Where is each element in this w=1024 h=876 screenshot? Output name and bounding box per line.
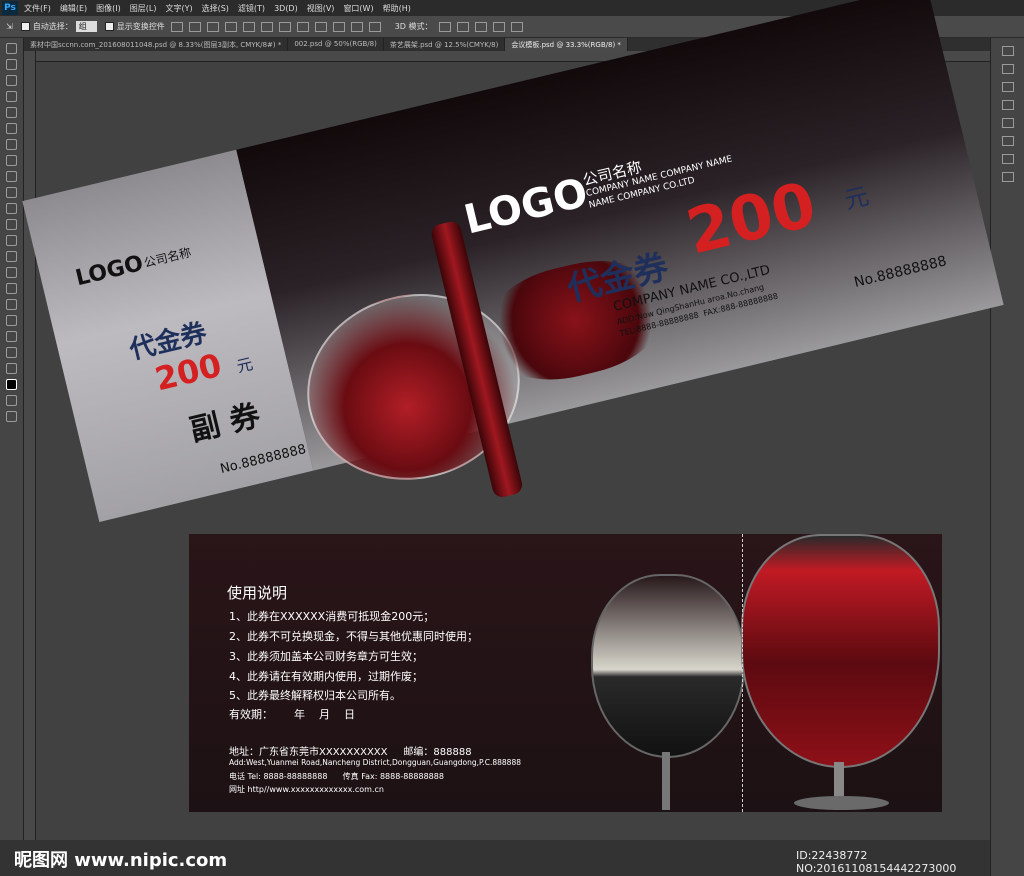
distribute-left-icon[interactable] bbox=[332, 21, 345, 32]
3d-pan-icon[interactable] bbox=[474, 21, 487, 32]
actions-panel-icon[interactable] bbox=[1002, 64, 1014, 74]
rule-4: 4、此券请在有效期内使用，过期作废； bbox=[229, 670, 423, 683]
paint-bucket-tool-icon[interactable] bbox=[6, 219, 17, 230]
dodge-tool-icon[interactable] bbox=[6, 251, 17, 262]
stub-logo: LOGO bbox=[73, 251, 146, 292]
hand-tool-icon[interactable] bbox=[6, 331, 17, 342]
3d-roll-icon[interactable] bbox=[456, 21, 469, 32]
quick-select-tool-icon[interactable] bbox=[6, 91, 17, 102]
rule-5: 5、此券最终解释权归本公司所有。 bbox=[229, 689, 401, 702]
foreground-color-swatch[interactable] bbox=[6, 379, 17, 390]
type-tool-icon[interactable] bbox=[6, 283, 17, 294]
stub-number: No.88888888 bbox=[218, 441, 308, 478]
white-wine-glass-stem bbox=[662, 752, 670, 810]
stub-unit: 元 bbox=[234, 354, 255, 377]
red-wine-glass-image bbox=[741, 534, 940, 768]
align-left-icon[interactable] bbox=[224, 21, 237, 32]
watermark-right: ID:22438772 NO:20161108154442273000 bbox=[796, 849, 957, 875]
align-right-icon[interactable] bbox=[260, 21, 273, 32]
align-center-icon[interactable] bbox=[242, 21, 255, 32]
eyedropper-tool-icon[interactable] bbox=[6, 123, 17, 134]
history-brush-tool-icon[interactable] bbox=[6, 187, 17, 198]
healing-brush-tool-icon[interactable] bbox=[6, 139, 17, 150]
3d-slide-icon[interactable] bbox=[492, 21, 505, 32]
clone-stamp-tool-icon[interactable] bbox=[6, 171, 17, 182]
rule-1: 1、此券在XXXXXX消费可抵现金200元； bbox=[229, 610, 435, 623]
eraser-tool-icon[interactable] bbox=[6, 203, 17, 214]
distribute-bottom-icon[interactable] bbox=[314, 21, 327, 32]
toolbox bbox=[0, 38, 24, 876]
tab-doc-4[interactable]: 会议模板.psd @ 33.3%(RGB/8) * bbox=[505, 38, 628, 51]
right-panel-dock bbox=[990, 38, 1024, 876]
rule-3: 3、此券须加盖本公司财务章方可生效； bbox=[229, 650, 423, 663]
menu-type[interactable]: 文字(Y) bbox=[165, 3, 192, 14]
menu-window[interactable]: 窗口(W) bbox=[343, 3, 373, 14]
tab-doc-3[interactable]: 茶艺展架.psd @ 12.5%(CMYK/8) bbox=[384, 38, 506, 51]
menu-edit[interactable]: 编辑(E) bbox=[60, 3, 87, 14]
more-tools-icon[interactable] bbox=[6, 363, 17, 374]
menu-select[interactable]: 选择(S) bbox=[202, 3, 229, 14]
marquee-tool-icon[interactable] bbox=[6, 59, 17, 70]
show-transform-checkbox[interactable] bbox=[104, 22, 114, 31]
align-bottom-icon[interactable] bbox=[206, 21, 219, 32]
3d-scale-icon[interactable] bbox=[510, 21, 523, 32]
menu-3d[interactable]: 3D(D) bbox=[274, 4, 298, 13]
distribute-middle-icon[interactable] bbox=[296, 21, 309, 32]
auto-select-label: 自动选择： bbox=[32, 22, 73, 31]
menu-help[interactable]: 帮助(H) bbox=[383, 3, 411, 14]
3d-panel-icon[interactable] bbox=[1002, 172, 1014, 182]
layers-panel-icon[interactable] bbox=[1002, 82, 1014, 92]
phone-fax: 电话 Tel: 8888-88888888 传真 Fax: 8888-88888… bbox=[229, 772, 444, 781]
mode-3d-label: 3D 模式： bbox=[394, 22, 433, 31]
menu-layer[interactable]: 图层(L) bbox=[130, 3, 157, 14]
menu-file[interactable]: 文件(F) bbox=[24, 3, 51, 14]
menu-image[interactable]: 图像(I) bbox=[96, 3, 121, 14]
zoom-tool-icon[interactable] bbox=[6, 347, 17, 358]
validity: 有效期： 年 月 日 bbox=[229, 708, 355, 721]
blur-tool-icon[interactable] bbox=[6, 235, 17, 246]
auto-select-checkbox[interactable] bbox=[20, 22, 30, 31]
distribute-top-icon[interactable] bbox=[278, 21, 291, 32]
shape-tool-icon[interactable] bbox=[6, 315, 17, 326]
channels-panel-icon[interactable] bbox=[1002, 100, 1014, 110]
usage-heading: 使用说明 bbox=[227, 584, 288, 602]
crop-tool-icon[interactable] bbox=[6, 107, 17, 118]
quick-mask-icon[interactable] bbox=[6, 395, 17, 406]
path-select-tool-icon[interactable] bbox=[6, 299, 17, 310]
voucher-back: 使用说明 1、此券在XXXXXX消费可抵现金200元； 2、此券不可兑换现金，不… bbox=[189, 534, 942, 812]
brush-tool-icon[interactable] bbox=[6, 155, 17, 166]
website: 网址 http//www.xxxxxxxxxxxxx.com.cn bbox=[229, 785, 384, 794]
menu-filter[interactable]: 滤镜(T) bbox=[238, 3, 265, 14]
align-top-icon[interactable] bbox=[170, 21, 183, 32]
menu-view[interactable]: 视图(V) bbox=[307, 3, 335, 14]
vertical-ruler bbox=[24, 51, 36, 840]
auto-select-dropdown[interactable]: 组 bbox=[75, 21, 97, 32]
red-wine-glass-foot bbox=[794, 796, 889, 810]
distribute-right-icon[interactable] bbox=[368, 21, 381, 32]
paragraph-panel-icon[interactable] bbox=[1002, 154, 1014, 164]
watermark-left: 昵图网 www.nipic.com bbox=[14, 850, 228, 871]
white-wine-glass-image bbox=[591, 574, 745, 758]
screen-mode-icon[interactable] bbox=[6, 411, 17, 422]
address-en: Add:West,Yuanmei Road,Nancheng District,… bbox=[229, 758, 521, 767]
character-panel-icon[interactable] bbox=[1002, 136, 1014, 146]
move-tool-icon[interactable]: ⇲ bbox=[6, 22, 13, 31]
stub-company: 公司名称 bbox=[142, 245, 193, 271]
show-transform-label: 显示变换控件 bbox=[116, 22, 165, 31]
3d-rotate-icon[interactable] bbox=[438, 21, 451, 32]
perforation-line bbox=[742, 534, 743, 812]
align-middle-icon[interactable] bbox=[188, 21, 201, 32]
history-panel-icon[interactable] bbox=[1002, 46, 1014, 56]
rule-2: 2、此券不可兑换现金，不得与其他优惠同时使用； bbox=[229, 630, 478, 643]
stub-label: 副 券 bbox=[186, 398, 264, 449]
photoshop-logo-icon: Ps bbox=[2, 1, 18, 15]
pen-tool-icon[interactable] bbox=[6, 267, 17, 278]
tab-doc-2[interactable]: 002.psd @ 50%(RGB/8) bbox=[288, 38, 384, 51]
address: 地址：广东省东莞市XXXXXXXXXX 邮编：888888 bbox=[229, 747, 472, 758]
adjustments-panel-icon[interactable] bbox=[1002, 118, 1014, 128]
tab-doc-1[interactable]: 素材中国sccnn.com_201608011048.psd @ 8.33%(图… bbox=[24, 38, 289, 51]
move-tool-icon[interactable] bbox=[6, 43, 17, 54]
distribute-center-icon[interactable] bbox=[350, 21, 363, 32]
lasso-tool-icon[interactable] bbox=[6, 75, 17, 86]
